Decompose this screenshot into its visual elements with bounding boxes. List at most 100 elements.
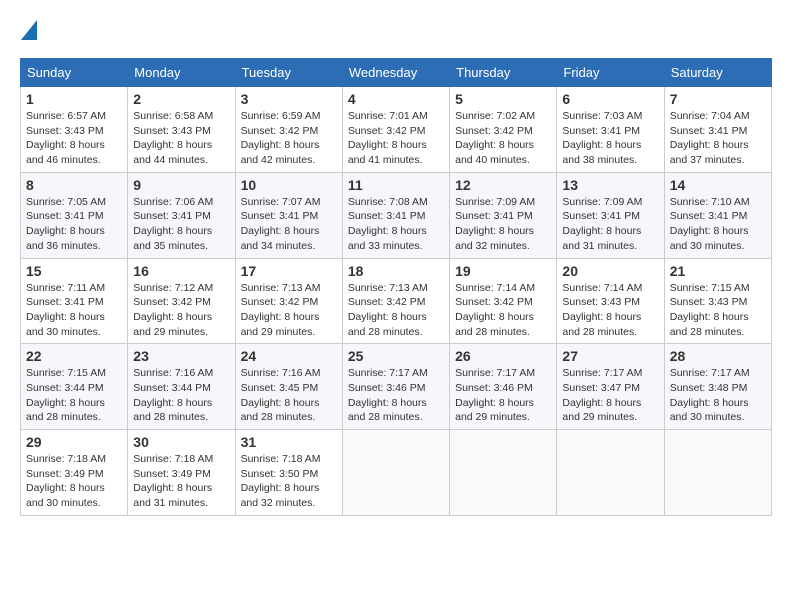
calendar-cell: 12 Sunrise: 7:09 AM Sunset: 3:41 PM Dayl… [450,172,557,258]
day-number: 13 [562,177,658,193]
calendar-cell: 23 Sunrise: 7:16 AM Sunset: 3:44 PM Dayl… [128,344,235,430]
day-info: Sunrise: 7:13 AM Sunset: 3:42 PM Dayligh… [348,281,444,340]
calendar-cell [557,430,664,516]
day-number: 25 [348,348,444,364]
calendar-cell: 5 Sunrise: 7:02 AM Sunset: 3:42 PM Dayli… [450,87,557,173]
calendar-cell: 26 Sunrise: 7:17 AM Sunset: 3:46 PM Dayl… [450,344,557,430]
calendar-cell [664,430,771,516]
weekday-header-friday: Friday [557,59,664,87]
calendar-cell: 31 Sunrise: 7:18 AM Sunset: 3:50 PM Dayl… [235,430,342,516]
calendar-cell: 16 Sunrise: 7:12 AM Sunset: 3:42 PM Dayl… [128,258,235,344]
day-number: 4 [348,91,444,107]
calendar-cell: 3 Sunrise: 6:59 AM Sunset: 3:42 PM Dayli… [235,87,342,173]
day-number: 8 [26,177,122,193]
calendar-cell: 4 Sunrise: 7:01 AM Sunset: 3:42 PM Dayli… [342,87,449,173]
day-info: Sunrise: 7:08 AM Sunset: 3:41 PM Dayligh… [348,195,444,254]
day-number: 22 [26,348,122,364]
day-info: Sunrise: 6:58 AM Sunset: 3:43 PM Dayligh… [133,109,229,168]
calendar-cell: 30 Sunrise: 7:18 AM Sunset: 3:49 PM Dayl… [128,430,235,516]
day-info: Sunrise: 7:18 AM Sunset: 3:49 PM Dayligh… [26,452,122,511]
day-info: Sunrise: 7:15 AM Sunset: 3:43 PM Dayligh… [670,281,766,340]
day-number: 19 [455,263,551,279]
day-info: Sunrise: 7:14 AM Sunset: 3:43 PM Dayligh… [562,281,658,340]
day-info: Sunrise: 7:18 AM Sunset: 3:49 PM Dayligh… [133,452,229,511]
day-info: Sunrise: 7:10 AM Sunset: 3:41 PM Dayligh… [670,195,766,254]
day-info: Sunrise: 7:16 AM Sunset: 3:44 PM Dayligh… [133,366,229,425]
calendar-cell: 15 Sunrise: 7:11 AM Sunset: 3:41 PM Dayl… [21,258,128,344]
calendar-cell [450,430,557,516]
day-number: 28 [670,348,766,364]
day-number: 30 [133,434,229,450]
calendar-cell: 1 Sunrise: 6:57 AM Sunset: 3:43 PM Dayli… [21,87,128,173]
day-number: 14 [670,177,766,193]
calendar-cell: 2 Sunrise: 6:58 AM Sunset: 3:43 PM Dayli… [128,87,235,173]
day-info: Sunrise: 7:12 AM Sunset: 3:42 PM Dayligh… [133,281,229,340]
day-number: 5 [455,91,551,107]
day-info: Sunrise: 7:16 AM Sunset: 3:45 PM Dayligh… [241,366,337,425]
day-info: Sunrise: 7:13 AM Sunset: 3:42 PM Dayligh… [241,281,337,340]
day-info: Sunrise: 6:57 AM Sunset: 3:43 PM Dayligh… [26,109,122,168]
day-number: 17 [241,263,337,279]
day-number: 20 [562,263,658,279]
day-info: Sunrise: 6:59 AM Sunset: 3:42 PM Dayligh… [241,109,337,168]
day-number: 18 [348,263,444,279]
calendar-cell: 6 Sunrise: 7:03 AM Sunset: 3:41 PM Dayli… [557,87,664,173]
weekday-header-tuesday: Tuesday [235,59,342,87]
day-info: Sunrise: 7:17 AM Sunset: 3:46 PM Dayligh… [348,366,444,425]
calendar-cell: 11 Sunrise: 7:08 AM Sunset: 3:41 PM Dayl… [342,172,449,258]
day-number: 24 [241,348,337,364]
day-number: 16 [133,263,229,279]
day-number: 26 [455,348,551,364]
calendar-cell: 9 Sunrise: 7:06 AM Sunset: 3:41 PM Dayli… [128,172,235,258]
day-number: 3 [241,91,337,107]
weekday-header-saturday: Saturday [664,59,771,87]
calendar-cell: 8 Sunrise: 7:05 AM Sunset: 3:41 PM Dayli… [21,172,128,258]
day-info: Sunrise: 7:11 AM Sunset: 3:41 PM Dayligh… [26,281,122,340]
calendar-cell: 24 Sunrise: 7:16 AM Sunset: 3:45 PM Dayl… [235,344,342,430]
calendar-cell: 29 Sunrise: 7:18 AM Sunset: 3:49 PM Dayl… [21,430,128,516]
day-info: Sunrise: 7:02 AM Sunset: 3:42 PM Dayligh… [455,109,551,168]
calendar-cell: 21 Sunrise: 7:15 AM Sunset: 3:43 PM Dayl… [664,258,771,344]
weekday-header-wednesday: Wednesday [342,59,449,87]
day-info: Sunrise: 7:17 AM Sunset: 3:47 PM Dayligh… [562,366,658,425]
day-number: 6 [562,91,658,107]
calendar-cell: 19 Sunrise: 7:14 AM Sunset: 3:42 PM Dayl… [450,258,557,344]
day-info: Sunrise: 7:14 AM Sunset: 3:42 PM Dayligh… [455,281,551,340]
day-info: Sunrise: 7:17 AM Sunset: 3:48 PM Dayligh… [670,366,766,425]
calendar-cell [342,430,449,516]
calendar-cell: 14 Sunrise: 7:10 AM Sunset: 3:41 PM Dayl… [664,172,771,258]
day-number: 10 [241,177,337,193]
calendar-cell: 10 Sunrise: 7:07 AM Sunset: 3:41 PM Dayl… [235,172,342,258]
page-header [20,20,772,42]
calendar-table: SundayMondayTuesdayWednesdayThursdayFrid… [20,58,772,516]
calendar-cell: 20 Sunrise: 7:14 AM Sunset: 3:43 PM Dayl… [557,258,664,344]
day-info: Sunrise: 7:07 AM Sunset: 3:41 PM Dayligh… [241,195,337,254]
day-info: Sunrise: 7:04 AM Sunset: 3:41 PM Dayligh… [670,109,766,168]
weekday-header-thursday: Thursday [450,59,557,87]
calendar-cell: 22 Sunrise: 7:15 AM Sunset: 3:44 PM Dayl… [21,344,128,430]
day-info: Sunrise: 7:06 AM Sunset: 3:41 PM Dayligh… [133,195,229,254]
day-number: 31 [241,434,337,450]
day-number: 12 [455,177,551,193]
logo [20,20,38,42]
day-number: 9 [133,177,229,193]
day-number: 27 [562,348,658,364]
logo-icon [20,20,38,46]
calendar-cell: 27 Sunrise: 7:17 AM Sunset: 3:47 PM Dayl… [557,344,664,430]
day-number: 11 [348,177,444,193]
day-number: 15 [26,263,122,279]
weekday-header-monday: Monday [128,59,235,87]
day-number: 23 [133,348,229,364]
calendar-cell: 17 Sunrise: 7:13 AM Sunset: 3:42 PM Dayl… [235,258,342,344]
day-info: Sunrise: 7:15 AM Sunset: 3:44 PM Dayligh… [26,366,122,425]
day-info: Sunrise: 7:03 AM Sunset: 3:41 PM Dayligh… [562,109,658,168]
day-info: Sunrise: 7:01 AM Sunset: 3:42 PM Dayligh… [348,109,444,168]
day-number: 7 [670,91,766,107]
calendar-cell: 18 Sunrise: 7:13 AM Sunset: 3:42 PM Dayl… [342,258,449,344]
day-info: Sunrise: 7:18 AM Sunset: 3:50 PM Dayligh… [241,452,337,511]
calendar-cell: 28 Sunrise: 7:17 AM Sunset: 3:48 PM Dayl… [664,344,771,430]
weekday-header-sunday: Sunday [21,59,128,87]
day-number: 2 [133,91,229,107]
day-info: Sunrise: 7:05 AM Sunset: 3:41 PM Dayligh… [26,195,122,254]
day-number: 1 [26,91,122,107]
